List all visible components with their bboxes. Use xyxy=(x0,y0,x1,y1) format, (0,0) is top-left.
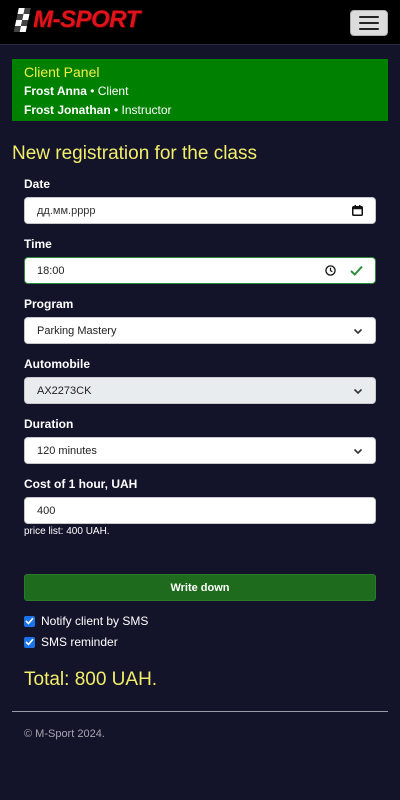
duration-label: Duration xyxy=(24,417,74,431)
sms-reminder-option[interactable]: SMS reminder xyxy=(24,635,118,649)
duration-select[interactable]: 120 minutes xyxy=(24,437,376,464)
hamburger-menu-icon-line xyxy=(359,28,379,30)
program-label: Program xyxy=(24,297,74,311)
cost-label: Cost of 1 hour, UAH xyxy=(24,477,138,491)
navbar: M-SPORT xyxy=(0,0,400,45)
check-icon xyxy=(350,265,363,276)
automobile-select[interactable]: AX2273CK xyxy=(24,377,376,404)
client-role: • Client xyxy=(86,84,129,98)
instructor-role: • Instructor xyxy=(110,103,172,117)
checkbox-checked-icon[interactable] xyxy=(24,615,35,627)
brand-logo[interactable]: M-SPORT xyxy=(13,5,140,35)
clock-icon[interactable] xyxy=(325,265,336,276)
checkered-flag-icon xyxy=(13,8,31,32)
automobile-value: AX2273CK xyxy=(37,384,92,397)
client-name: Frost Anna xyxy=(24,84,87,98)
date-placeholder: дд.мм.рррр xyxy=(37,204,96,217)
footer-divider xyxy=(12,711,388,712)
total-amount: Total: 800 UAH. xyxy=(24,669,158,690)
hamburger-menu-icon-line xyxy=(359,22,379,24)
time-label: Time xyxy=(24,237,52,251)
write-down-button[interactable]: Write down xyxy=(24,574,376,601)
footer-copyright: © M-Sport 2024. xyxy=(24,728,105,740)
cost-input[interactable]: 400 xyxy=(24,497,376,524)
brand-name: M-SPORT xyxy=(33,6,140,33)
automobile-label: Automobile xyxy=(24,357,90,371)
client-panel: Client Panel Frost Anna • Client Frost J… xyxy=(12,59,388,121)
notify-sms-label[interactable]: Notify client by SMS xyxy=(41,614,148,628)
chevron-down-icon xyxy=(353,386,363,396)
checkbox-checked-icon[interactable] xyxy=(24,636,35,648)
cost-value: 400 xyxy=(37,504,56,517)
time-input[interactable]: 18:00 xyxy=(24,257,376,284)
chevron-down-icon xyxy=(353,446,363,456)
date-label: Date xyxy=(24,177,51,191)
chevron-down-icon xyxy=(353,326,363,336)
time-value: 18:00 xyxy=(37,264,65,277)
instructor-line: Frost Jonathan • Instructor xyxy=(24,101,376,120)
hamburger-menu-button[interactable] xyxy=(350,10,388,36)
duration-value: 120 minutes xyxy=(37,444,97,457)
client-panel-title: Client Panel xyxy=(24,64,100,80)
client-line: Frost Anna • Client xyxy=(24,82,376,101)
program-select[interactable]: Parking Mastery xyxy=(24,317,376,344)
price-hint: price list: 400 UAH. xyxy=(24,526,110,537)
notify-sms-option[interactable]: Notify client by SMS xyxy=(24,614,148,628)
sms-reminder-label[interactable]: SMS reminder xyxy=(41,635,118,649)
program-value: Parking Mastery xyxy=(37,324,117,337)
hamburger-menu-icon-line xyxy=(359,16,379,18)
instructor-name: Frost Jonathan xyxy=(24,103,111,117)
calendar-icon[interactable] xyxy=(352,205,363,216)
page-title: New registration for the class xyxy=(12,143,257,164)
date-input[interactable]: дд.мм.рррр xyxy=(24,197,376,224)
